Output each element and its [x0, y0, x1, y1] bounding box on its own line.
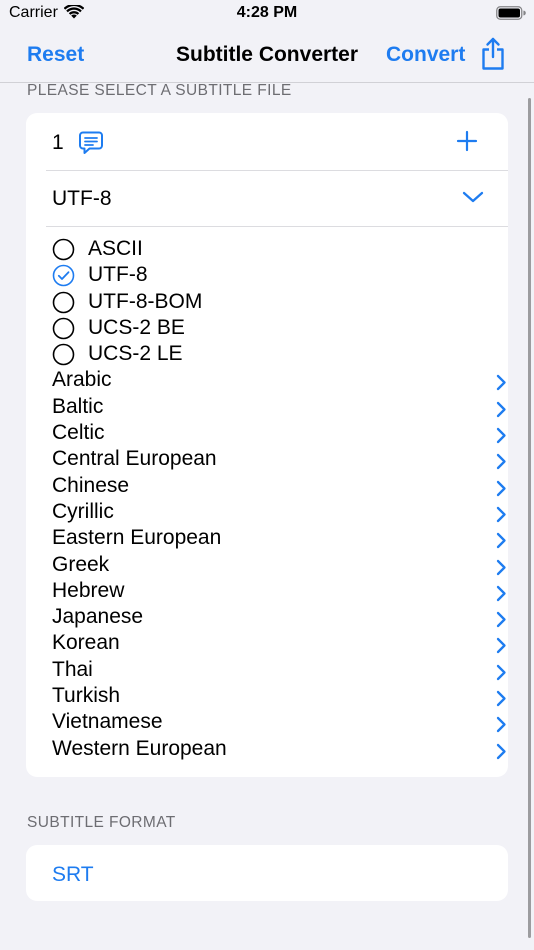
encoding-group-row[interactable]: Hebrew	[52, 578, 506, 604]
scrollbar[interactable]	[528, 98, 531, 938]
navigation-bar: Reset Subtitle Converter Convert	[0, 28, 534, 83]
file-row[interactable]: 1	[26, 113, 508, 170]
share-icon[interactable]	[478, 37, 508, 76]
chevron-right-icon[interactable]	[495, 688, 507, 714]
status-bar: Carrier 4:28 PM	[0, 0, 534, 28]
encoding-group-row[interactable]: Vietnamese	[52, 709, 506, 735]
encoding-group-label: Celtic	[52, 421, 105, 445]
chevron-down-icon[interactable]	[462, 190, 484, 209]
chevron-right-icon[interactable]	[495, 530, 507, 556]
chevron-right-icon[interactable]	[495, 662, 507, 688]
chevron-right-icon[interactable]	[495, 714, 507, 740]
encoding-option-label: UTF-8	[88, 263, 148, 287]
convert-button[interactable]: Convert	[386, 43, 465, 67]
encoding-group-label: Turkish	[52, 684, 121, 708]
encoding-group-row[interactable]: Turkish	[52, 683, 506, 709]
encoding-group-row[interactable]: Arabic	[52, 367, 506, 393]
chevron-right-icon[interactable]	[495, 504, 507, 530]
divider	[46, 226, 508, 227]
chevron-right-icon[interactable]	[495, 741, 507, 767]
encoding-list: ASCII UTF-8 UTF-8-BOM UCS-2 BE UCS-2 LE Arabi…	[52, 236, 506, 762]
encoding-picker[interactable]: UTF-8	[26, 170, 508, 226]
clock: 4:28 PM	[236, 4, 298, 21]
encoding-option-label: UCS-2 LE	[88, 342, 183, 366]
chevron-right-icon[interactable]	[495, 399, 507, 425]
encoding-option[interactable]: UTF-8-BOM	[52, 289, 492, 315]
encoding-option[interactable]: UTF-8	[52, 262, 492, 288]
encoding-group-row[interactable]: Cyrillic	[52, 499, 506, 525]
message-icon	[78, 130, 104, 161]
chevron-right-icon[interactable]	[495, 372, 507, 398]
chevron-right-icon[interactable]	[495, 451, 507, 477]
encoding-group-row[interactable]: Celtic	[52, 420, 506, 446]
format-section-header: SUBTITLE FORMAT	[27, 814, 176, 831]
encoding-group-row[interactable]: Central European	[52, 446, 506, 472]
encoding-group-row[interactable]: Baltic	[52, 394, 506, 420]
encoding-option-label: UCS-2 BE	[88, 315, 185, 339]
file-card: 1 UTF-8 ASCII UTF-8 UTF-8-BOM UCS-2 BE U…	[26, 113, 508, 777]
encoding-group-label: Korean	[52, 631, 120, 655]
encoding-group-label: Western European	[52, 736, 227, 760]
encoding-option-label: UTF-8-BOM	[88, 289, 203, 313]
encoding-option[interactable]: UCS-2 LE	[52, 341, 492, 367]
encoding-group-label: Cyrillic	[52, 499, 114, 523]
encoding-group-row[interactable]: Greek	[52, 552, 506, 578]
encoding-selected-value: UTF-8	[52, 187, 112, 210]
chevron-right-icon[interactable]	[495, 478, 507, 504]
encoding-group-label: Central European	[52, 447, 217, 471]
encoding-group-row[interactable]: Chinese	[52, 473, 506, 499]
battery-icon	[496, 6, 526, 25]
encoding-group-label: Thai	[52, 657, 93, 681]
format-card: SRT	[26, 845, 508, 901]
encoding-group-label: Arabic	[52, 368, 112, 392]
encoding-group-row[interactable]: Korean	[52, 630, 506, 656]
chevron-right-icon[interactable]	[495, 425, 507, 451]
encoding-group-row[interactable]: Thai	[52, 657, 506, 683]
encoding-group-label: Japanese	[52, 605, 144, 629]
encoding-option[interactable]: ASCII	[52, 236, 492, 262]
encoding-group-label: Vietnamese	[52, 710, 163, 734]
encoding-group-row[interactable]: Western European	[52, 736, 506, 762]
encoding-group-label: Greek	[52, 552, 110, 576]
encoding-group-label: Eastern European	[52, 526, 222, 550]
chevron-right-icon[interactable]	[495, 635, 507, 661]
encoding-group-label: Chinese	[52, 473, 130, 497]
screen: Carrier 4:28 PM Reset Subtitle Converter…	[0, 0, 534, 950]
encoding-group-label: Hebrew	[52, 578, 125, 602]
encoding-group-label: Baltic	[52, 394, 104, 418]
plus-icon[interactable]	[456, 130, 478, 157]
encoding-group-row[interactable]: Japanese	[52, 604, 506, 630]
file-count: 1	[52, 131, 64, 154]
chevron-right-icon[interactable]	[495, 609, 507, 635]
subtitle-format-value[interactable]: SRT	[52, 863, 94, 887]
encoding-option[interactable]: UCS-2 BE	[52, 315, 492, 341]
chevron-right-icon[interactable]	[495, 583, 507, 609]
encoding-option-label: ASCII	[88, 237, 143, 260]
encoding-group-row[interactable]: Eastern European	[52, 525, 506, 551]
file-section-header: PLEASE SELECT A SUBTITLE FILE	[27, 82, 292, 99]
chevron-right-icon[interactable]	[495, 557, 507, 583]
